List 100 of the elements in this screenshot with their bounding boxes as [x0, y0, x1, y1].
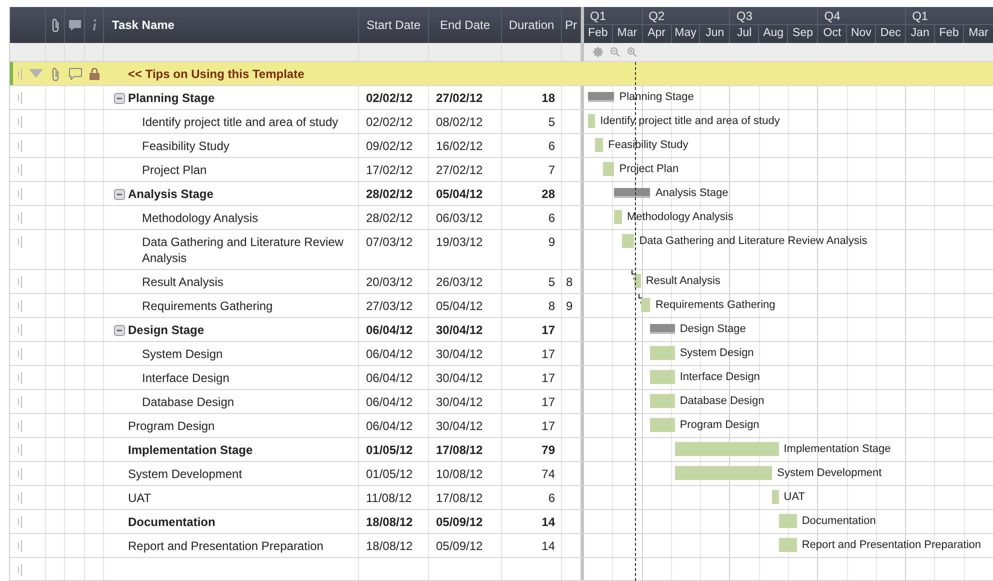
task-name: Feasibility Study: [142, 138, 230, 154]
date-cell: 28/02/12: [366, 210, 413, 226]
bar-label: Identify project title and area of study: [600, 114, 780, 128]
bar-label: Implementation Stage: [784, 442, 891, 456]
date-cell: 07/03/12: [366, 234, 413, 250]
date-cell: 27/02/12: [436, 90, 483, 106]
task-name: System Development: [128, 466, 242, 482]
date-cell: 30/04/12: [436, 418, 483, 434]
column-header[interactable]: Start Date: [366, 16, 421, 34]
bar-label: System Design: [680, 346, 754, 360]
task-name: Implementation Stage: [128, 442, 253, 458]
date-cell: 19/03/12: [436, 234, 483, 250]
date-cell: 26/03/12: [436, 274, 483, 290]
month-label: Mar: [616, 26, 638, 42]
date-cell: 17/08/12: [436, 490, 483, 506]
bar-label: System Development: [777, 466, 882, 480]
task-name: Database Design: [142, 394, 234, 410]
bar-label: Interface Design: [680, 370, 760, 384]
date-cell: 18/08/12: [366, 514, 413, 530]
date-cell: 08/02/12: [436, 114, 483, 130]
date-cell: 05/09/12: [436, 538, 483, 554]
bar-label: Feasibility Study: [608, 138, 688, 152]
bar-label: Database Design: [680, 394, 764, 408]
date-cell: 06/04/12: [366, 322, 413, 338]
task-name: Result Analysis: [142, 274, 224, 290]
task-name: Requirements Gathering: [142, 298, 273, 314]
column-header[interactable]: Duration: [508, 16, 554, 34]
task-name: Design Stage: [128, 322, 204, 338]
duration-cell: 7: [548, 162, 555, 178]
column-header[interactable]: End Date: [440, 16, 490, 34]
duration-cell: 74: [542, 466, 555, 482]
duration-cell: 6: [548, 210, 555, 226]
date-cell: 30/04/12: [436, 322, 483, 338]
duration-cell: 5: [548, 114, 555, 130]
bar-label: Result Analysis: [646, 274, 720, 288]
duration-cell: 79: [542, 442, 555, 458]
duration-cell: 14: [542, 514, 555, 530]
task-name: Planning Stage: [128, 90, 215, 106]
bar-label: Requirements Gathering: [655, 298, 776, 312]
column-header[interactable]: Task Name: [112, 16, 174, 34]
date-cell: 30/04/12: [436, 370, 483, 386]
task-name: Documentation: [128, 514, 216, 530]
bar-label: Data Gathering and Literature Review Analysis: [639, 234, 868, 248]
month-label: Jun: [704, 26, 726, 42]
quarter-label: Q1: [589, 8, 608, 24]
date-cell: 01/05/12: [366, 466, 413, 482]
date-cell: 05/09/12: [436, 514, 483, 530]
duration-cell: 18: [542, 90, 555, 106]
date-cell: 01/05/12: [366, 442, 413, 458]
date-cell: 16/02/12: [436, 138, 483, 154]
date-cell: 17/02/12: [366, 162, 413, 178]
date-cell: 06/04/12: [366, 418, 413, 434]
quarter-label: Q1: [911, 8, 930, 24]
date-cell: 06/04/12: [366, 370, 413, 386]
date-cell: 06/03/12: [436, 210, 483, 226]
bar-label: Planning Stage: [619, 90, 694, 104]
duration-cell: 8: [548, 298, 555, 314]
date-cell: 18/08/12: [366, 538, 413, 554]
task-name: Project Plan: [142, 162, 207, 178]
task-name: UAT: [128, 490, 152, 506]
quarter-label: Q2: [648, 8, 666, 24]
bar-label: Program Design: [680, 418, 760, 432]
bar-label: Documentation: [802, 514, 876, 528]
duration-cell: 14: [542, 538, 555, 554]
date-cell: 17/08/12: [436, 442, 483, 458]
bar-label: Project Plan: [619, 162, 679, 176]
duration-cell: 17: [542, 418, 555, 434]
task-name: Report and Presentation Preparation: [128, 538, 324, 554]
date-cell: 10/08/12: [436, 466, 483, 482]
date-cell: 05/04/12: [436, 186, 483, 202]
date-cell: 30/04/12: [436, 346, 483, 362]
date-cell: 20/03/12: [366, 274, 413, 290]
bar-label: UAT: [784, 490, 805, 504]
date-cell: 06/04/12: [366, 394, 413, 410]
bar-label: Report and Presentation Preparation: [802, 538, 982, 552]
date-cell: 27/02/12: [436, 162, 483, 178]
bar-label: Analysis Stage: [655, 186, 728, 200]
duration-cell: 17: [542, 322, 555, 338]
date-cell: 11/08/12: [366, 490, 412, 506]
date-cell: 09/02/12: [366, 138, 413, 154]
duration-cell: 9: [548, 234, 555, 250]
task-name: Identify project title and area of study: [142, 114, 338, 130]
date-cell: 30/04/12: [436, 394, 483, 410]
date-cell: 06/04/12: [366, 346, 413, 362]
month-label: Mar: [968, 26, 990, 42]
duration-cell: 17: [542, 370, 555, 386]
duration-cell: 5: [548, 274, 555, 290]
task-name: Methodology Analysis: [142, 210, 258, 226]
date-cell: 28/02/12: [366, 186, 413, 202]
duration-cell: 17: [542, 346, 555, 362]
duration-cell: 28: [542, 186, 555, 202]
date-cell: 27/03/12: [366, 298, 413, 314]
tips-link[interactable]: << Tips on Using this Template: [128, 64, 304, 82]
month-label: Sep: [792, 26, 814, 42]
date-cell: 02/02/12: [366, 114, 413, 130]
bar-label: Design Stage: [680, 322, 746, 336]
task-name: Program Design: [128, 418, 215, 434]
predecessor-cell: 9: [566, 298, 573, 314]
column-header[interactable]: Pr: [565, 16, 577, 34]
date-cell: 05/04/12: [436, 298, 483, 314]
